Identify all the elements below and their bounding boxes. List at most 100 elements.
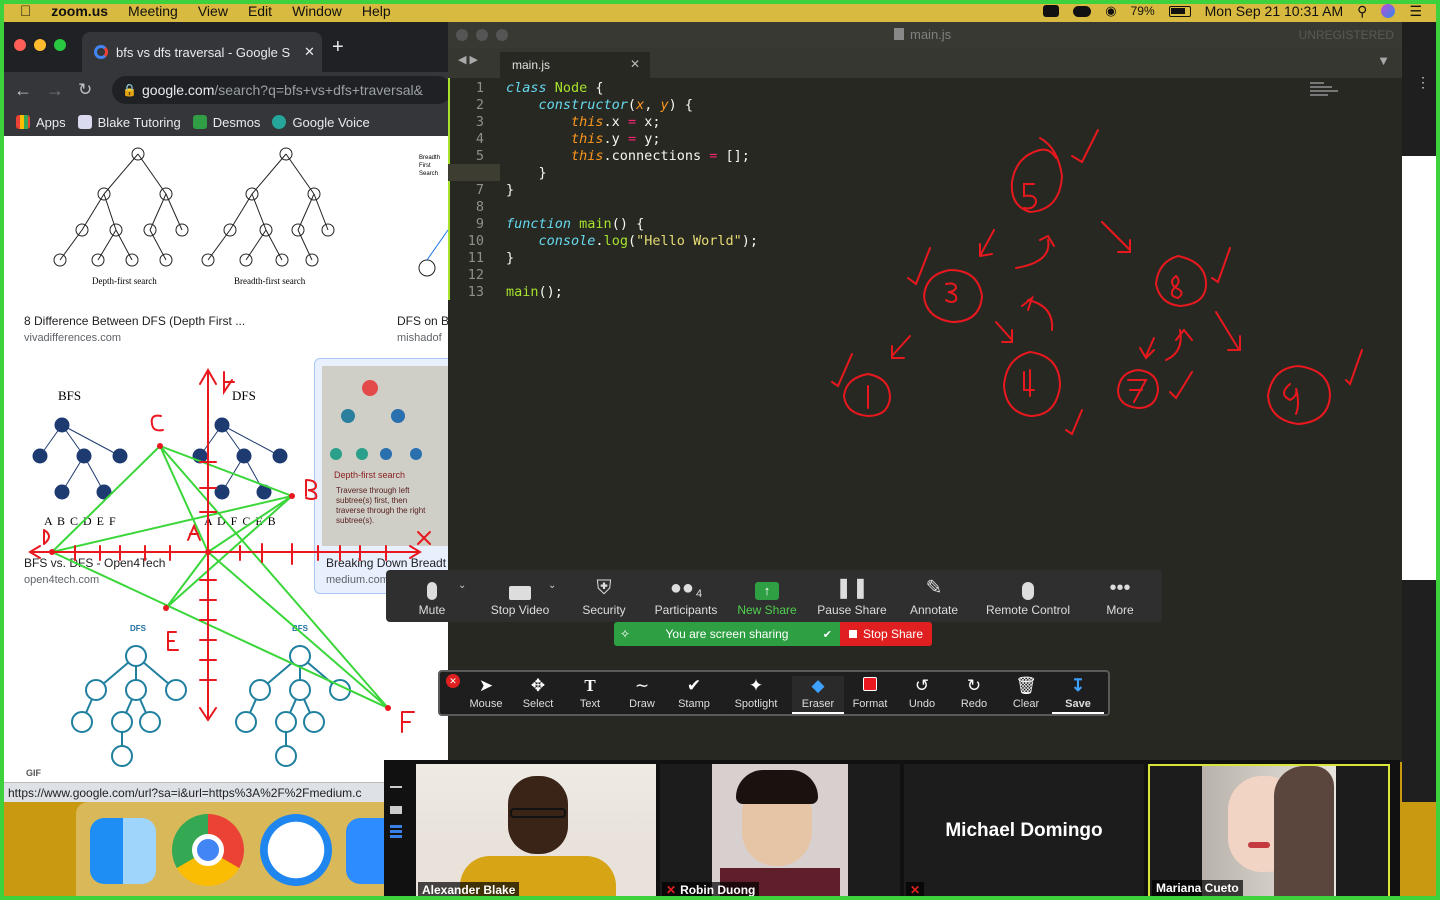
menu-edit[interactable]: Edit <box>248 3 272 19</box>
tool-save[interactable]: ↧ Save <box>1052 676 1104 714</box>
participants-button[interactable]: ●● 4 Participants <box>648 570 724 622</box>
security-button[interactable]: ⛨ Security <box>572 570 636 622</box>
result-caption-4[interactable]: Breaking Down Breadt <box>326 556 446 570</box>
tool-spotlight[interactable]: ✦ Spotlight <box>726 676 786 714</box>
result-source-1: vivadifferences.com <box>24 332 122 344</box>
bookmark-google-voice[interactable]: Google Voice <box>272 115 370 130</box>
back-icon[interactable]: ← <box>14 80 32 101</box>
minimize-icon[interactable] <box>390 786 402 788</box>
minimize-window-icon[interactable] <box>34 39 46 51</box>
new-share-button[interactable]: ↑ New Share <box>732 570 802 622</box>
pause-share-button[interactable]: ❚❚ Pause Share <box>812 570 892 622</box>
result-label: A B C D E F <box>44 514 117 528</box>
notification-center-icon[interactable]: ☰ <box>1409 3 1422 20</box>
cloud-icon[interactable] <box>1073 5 1092 17</box>
result-thumbnail-2[interactable]: Breadth First Search <box>393 140 450 306</box>
close-tab-icon[interactable]: ✕ <box>630 57 640 71</box>
stop-share-button[interactable]: Stop Share <box>840 622 932 646</box>
menu-window[interactable]: Window <box>292 3 342 19</box>
tab-nav-arrows-icon[interactable]: ◀ ▶ <box>458 53 478 66</box>
apple-icon[interactable]:  <box>20 3 31 20</box>
finder-icon[interactable] <box>90 818 156 884</box>
checkmark-icon: ✔ <box>686 676 702 695</box>
bookmark-apps[interactable]: Apps <box>16 115 66 130</box>
siri-icon[interactable] <box>1381 4 1396 18</box>
minimap[interactable] <box>1310 80 1342 106</box>
reload-icon[interactable]: ↻ <box>78 80 92 100</box>
bookmark-desmos[interactable]: Desmos <box>192 114 261 130</box>
tab-overflow-chevron-icon[interactable]: ▼ <box>1377 53 1390 68</box>
zoom-status-icon[interactable] <box>1043 5 1060 17</box>
browser-tab[interactable]: bfs vs dfs traversal - Google S ✕ <box>82 32 322 72</box>
minimize-window-icon[interactable] <box>476 29 488 41</box>
google-favicon-icon <box>94 45 108 59</box>
tool-undo[interactable]: ↺ Undo <box>896 676 948 714</box>
menu-help[interactable]: Help <box>362 3 391 19</box>
video-options-chevron-icon[interactable]: ⌄ <box>548 580 556 591</box>
result-thumbnail-4[interactable]: Depth-first search Traverse through left… <box>322 366 450 546</box>
audio-options-chevron-icon[interactable]: ⌄ <box>458 580 466 591</box>
tool-draw[interactable]: ∼ Draw <box>616 676 668 714</box>
tool-mouse[interactable]: ➤ Mouse <box>460 676 512 714</box>
menu-view[interactable]: View <box>198 3 228 19</box>
tool-text[interactable]: T Text <box>564 676 616 714</box>
code-editor[interactable]: class Node { constructor(x, y) { this.x … <box>448 78 1402 762</box>
more-options-icon[interactable]: ⋮ <box>1416 74 1430 91</box>
safari-icon[interactable] <box>260 814 332 886</box>
stop-video-button[interactable]: Stop Video <box>482 570 558 622</box>
close-window-icon[interactable] <box>456 29 468 41</box>
desmos-icon <box>192 115 207 129</box>
participant-lips <box>1248 842 1270 848</box>
menu-app-name[interactable]: zoom.us <box>51 3 108 19</box>
participant-tile-1[interactable]: Alexander Blake <box>416 764 656 900</box>
close-window-icon[interactable] <box>14 39 26 51</box>
result-thumbnail-3[interactable]: BFS DFS A B C D E F A D F C E B <box>20 366 302 546</box>
editor-tab[interactable]: main.js ✕ <box>500 52 650 78</box>
result-caption-3[interactable]: BFS vs. DFS - Open4Tech <box>24 556 165 570</box>
button-label: Pause Share <box>817 603 887 617</box>
annotate-button[interactable]: ✎ Annotate <box>904 570 964 622</box>
close-annotation-icon[interactable]: ✕ <box>446 674 460 688</box>
tool-stamp[interactable]: ✔ Stamp <box>668 676 720 714</box>
address-bar[interactable]: 🔒 google.com/search?q=bfs+vs+dfs+travers… <box>112 76 450 104</box>
tool-clear[interactable]: 🗑 Clear <box>1000 676 1052 714</box>
button-label: Participants <box>654 603 718 617</box>
forward-icon[interactable]: → <box>46 80 64 101</box>
remote-control-button[interactable]: Remote Control <box>980 570 1076 622</box>
participant-tile-3[interactable]: Michael Domingo ✕ <box>904 764 1144 900</box>
battery-icon[interactable] <box>1168 5 1191 17</box>
maximize-window-icon[interactable] <box>496 29 508 41</box>
more-button[interactable]: ••• More <box>1098 570 1142 622</box>
tool-format[interactable]: Format <box>844 676 896 714</box>
tool-redo[interactable]: ↻ Redo <box>948 676 1000 714</box>
gallery-view-icon[interactable] <box>390 824 402 838</box>
screen-sharing-indicator: ✧ You are screen sharing ✔ Stop Share <box>614 622 932 646</box>
speaker-view-icon[interactable] <box>390 806 402 814</box>
clock[interactable]: Mon Sep 21 10:31 AM <box>1205 3 1344 19</box>
close-tab-icon[interactable]: ✕ <box>304 44 315 60</box>
gallery-view-toggle[interactable] <box>390 786 404 846</box>
drag-handle-icon[interactable]: ✧ <box>620 627 630 641</box>
tool-select[interactable]: ✥ Select <box>512 676 564 714</box>
result-thumbnail-5[interactable]: DFS BFS GIF <box>20 608 416 782</box>
bookmark-blake-tutoring[interactable]: Blake Tutoring <box>77 115 181 130</box>
you-are-sharing-pill[interactable]: ✧ You are screen sharing ✔ <box>614 622 840 646</box>
result-caption-2[interactable]: DFS on B <box>397 314 449 328</box>
text-t-icon: T <box>584 676 596 695</box>
tool-label: Redo <box>960 698 988 710</box>
bookmark-label: Desmos <box>212 114 261 130</box>
wifi-icon[interactable]: ◉ <box>1105 3 1116 19</box>
tool-label: Stamp <box>678 698 710 710</box>
chrome-icon[interactable] <box>172 814 244 886</box>
menu-meeting[interactable]: Meeting <box>128 3 178 19</box>
participant-tile-4-active-speaker[interactable]: Mariana Cueto <box>1148 764 1390 900</box>
result-thumbnail-1[interactable]: Depth-first search Breadth-first search <box>20 140 373 306</box>
result-caption-1[interactable]: 8 Difference Between DFS (Depth First ..… <box>24 314 245 328</box>
new-tab-icon[interactable]: + <box>332 36 344 59</box>
maximize-window-icon[interactable] <box>54 39 66 51</box>
mute-button[interactable]: Mute <box>406 570 458 622</box>
tool-eraser[interactable]: ◆ Eraser <box>792 676 844 714</box>
participant-tile-2[interactable]: ✕ Robin Duong <box>660 764 900 900</box>
code-line: console.log("Hello World"); <box>538 233 759 249</box>
spotlight-search-icon[interactable]: ⚲ <box>1357 3 1367 20</box>
